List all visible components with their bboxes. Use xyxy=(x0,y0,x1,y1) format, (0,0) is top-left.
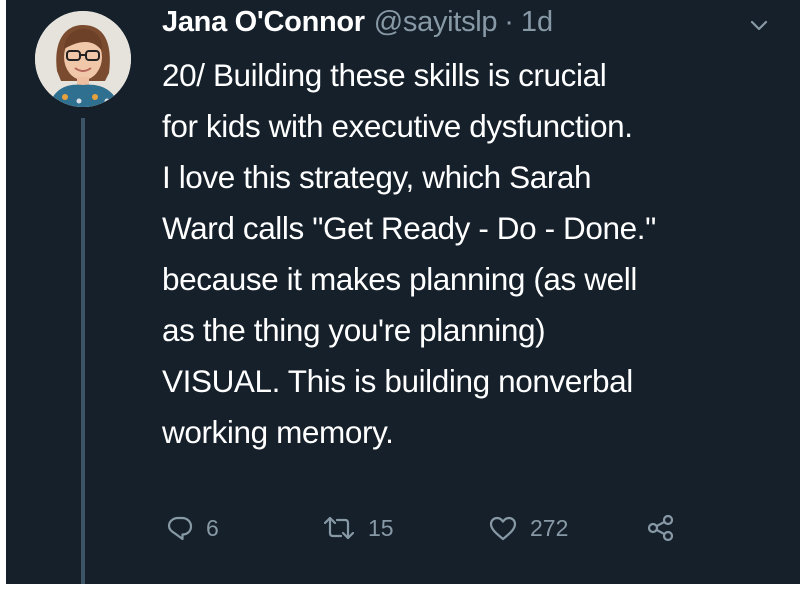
retweet-button[interactable]: 15 xyxy=(322,508,394,548)
like-button[interactable]: 272 xyxy=(488,508,568,548)
author-name[interactable]: Jana O'Connor xyxy=(162,6,365,39)
tweet-body-line: as the thing you're planning) xyxy=(162,312,546,348)
reply-icon xyxy=(167,516,193,541)
like-count: 272 xyxy=(530,514,569,541)
thread-connector-line xyxy=(81,118,85,584)
tweet-body-line: Ward calls "Get Ready - Do - Done." xyxy=(162,210,656,246)
header-separator: · xyxy=(504,6,514,38)
retweet-icon xyxy=(323,516,355,540)
share-button[interactable] xyxy=(646,508,676,548)
author-handle[interactable]: @sayitslp xyxy=(374,6,498,39)
heart-icon xyxy=(489,516,517,541)
avatar-image xyxy=(35,11,131,107)
tweet-body: 20/ Building these skills is crucial for… xyxy=(162,50,782,458)
chevron-down-icon xyxy=(750,20,768,31)
tweet-body-line: because it makes planning (as well xyxy=(162,261,637,297)
tweet-body-line: I love this strategy, which Sarah xyxy=(162,159,592,195)
tweet-body-line: working memory. xyxy=(162,414,394,450)
tweet-timestamp[interactable]: 1d xyxy=(521,6,553,39)
tweet-card[interactable]: Jana O'Connor @sayitslp · 1d 20/ Buildin… xyxy=(6,0,800,584)
tweet-menu-button[interactable] xyxy=(748,14,770,36)
tweet-body-line: 20/ Building these skills is crucial xyxy=(162,57,607,93)
tweet-body-line: for kids with executive dysfunction. xyxy=(162,108,633,144)
reply-count: 6 xyxy=(206,514,219,541)
share-icon xyxy=(647,514,674,542)
avatar[interactable] xyxy=(35,11,131,107)
tweet-header: Jana O'Connor @sayitslp · 1d xyxy=(162,6,553,46)
tweet-actions-bar: 6 15 272 xyxy=(162,508,722,548)
tweet-body-line: VISUAL. This is building nonverbal xyxy=(162,363,633,399)
reply-button[interactable]: 6 xyxy=(166,508,219,548)
retweet-count: 15 xyxy=(368,514,394,541)
